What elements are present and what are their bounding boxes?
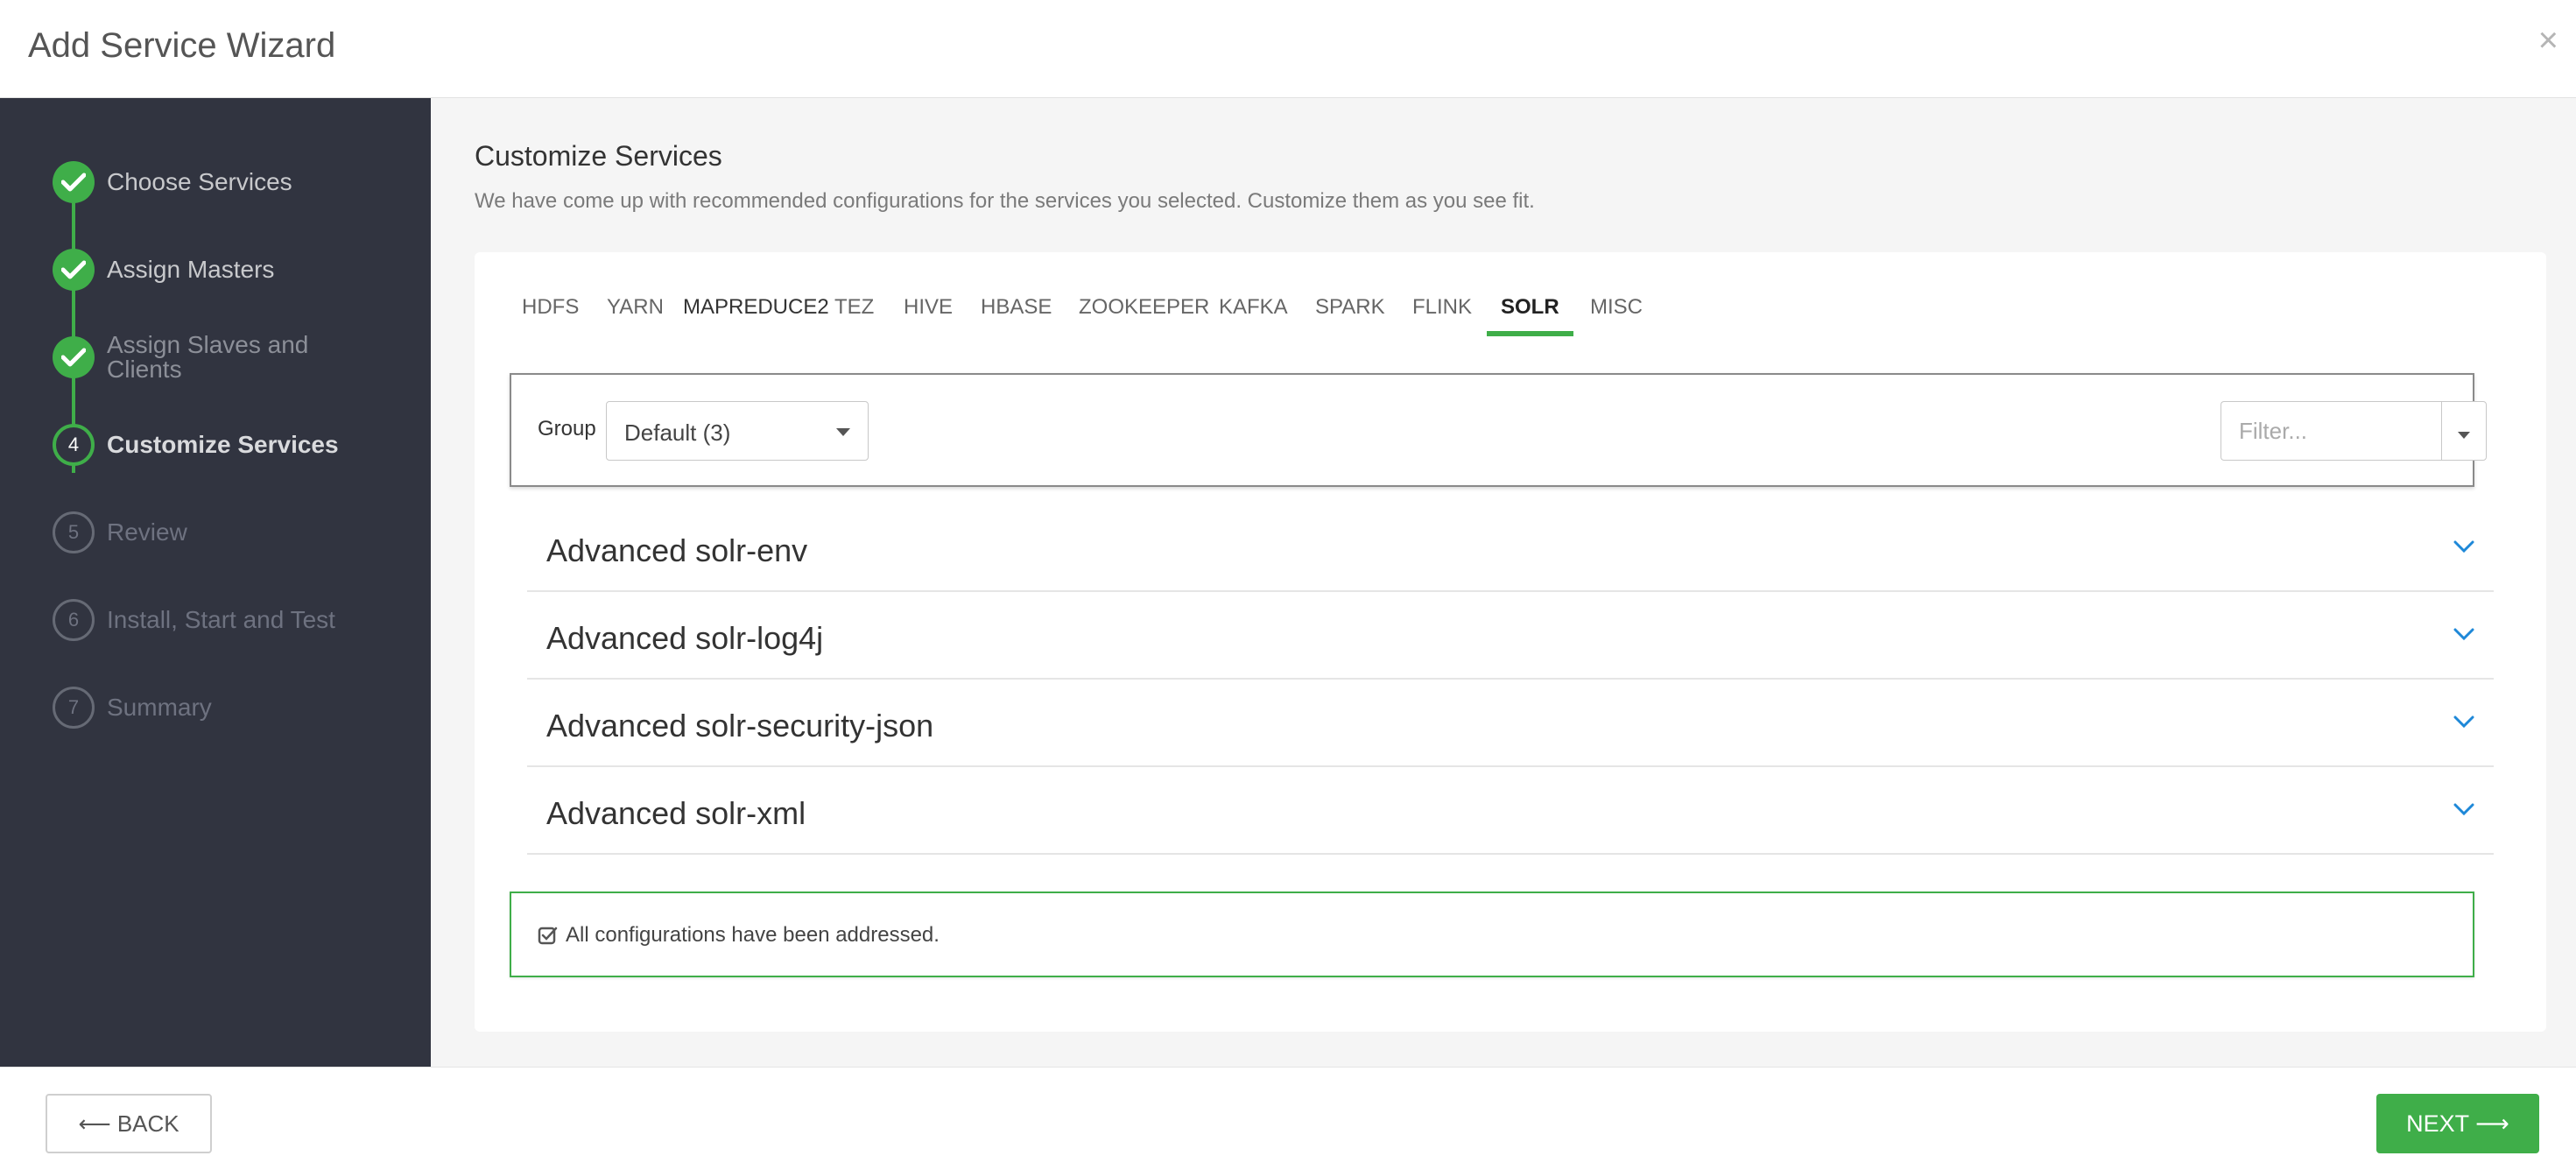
step-number: 6 — [53, 599, 95, 641]
caret-down-icon — [836, 428, 850, 436]
filter-input[interactable] — [2221, 401, 2441, 461]
section-title: Advanced solr-xml — [546, 795, 806, 831]
check-icon — [53, 161, 95, 203]
step-label: Choose Services — [107, 168, 292, 195]
step-review: 5 Review — [53, 511, 420, 553]
step-install-start-test: 6 Install, Start and Test — [53, 599, 420, 641]
modal-header: Add Service Wizard × — [0, 0, 2576, 98]
tab-tez[interactable]: TEZ — [820, 284, 888, 336]
tab-zookeeper[interactable]: ZOOKEEPER — [1065, 284, 1223, 336]
filter-dropdown-button[interactable] — [2441, 401, 2487, 461]
page-title: Customize Services — [475, 140, 722, 172]
section-advanced-solr-log4j[interactable]: Advanced solr-log4j — [527, 592, 2494, 680]
main-content: Customize Services We have come up with … — [431, 98, 2576, 1067]
step-assign-masters[interactable]: Assign Masters — [53, 249, 420, 291]
chevron-down-icon — [2453, 540, 2474, 553]
tab-yarn[interactable]: YARN — [593, 284, 678, 336]
group-label: Group — [538, 417, 596, 441]
back-button[interactable]: ⟵ BACK — [46, 1094, 212, 1153]
section-title: Advanced solr-security-json — [546, 708, 934, 744]
section-advanced-solr-env[interactable]: Advanced solr-env — [527, 504, 2494, 592]
step-label: Customize Services — [107, 431, 339, 458]
section-advanced-solr-security-json[interactable]: Advanced solr-security-json — [527, 680, 2494, 767]
section-advanced-solr-xml[interactable]: Advanced solr-xml — [527, 767, 2494, 855]
tab-hdfs[interactable]: HDFS — [508, 284, 593, 336]
chevron-down-icon — [2453, 715, 2474, 729]
step-number: 7 — [53, 687, 95, 729]
step-assign-slaves-and-clients[interactable]: Assign Slaves and Clients — [53, 333, 420, 382]
tab-hbase[interactable]: HBASE — [967, 284, 1066, 336]
step-label: Review — [107, 518, 187, 546]
checkbox-checked-icon — [538, 927, 558, 945]
step-choose-services[interactable]: Choose Services — [53, 161, 420, 203]
chevron-down-icon — [2453, 628, 2474, 641]
config-panel: HDFS YARN MAPREDUCE2 TEZ HIVE HBASE ZOOK… — [475, 252, 2546, 1032]
alert-message: All configurations have been addressed. — [566, 923, 940, 947]
wizard-steps-sidebar: Choose Services Assign Masters Assign Sl… — [0, 98, 431, 1067]
step-summary: 7 Summary — [53, 687, 420, 729]
tab-spark[interactable]: SPARK — [1301, 284, 1399, 336]
page-subtitle: We have come up with recommended configu… — [475, 189, 1535, 213]
step-label: Summary — [107, 694, 212, 721]
step-customize-services: 4 Customize Services — [53, 424, 420, 466]
step-number: 4 — [53, 424, 95, 466]
group-select-value: Default (3) — [624, 419, 731, 446]
step-label: Assign Slaves and Clients — [107, 331, 309, 383]
section-title: Advanced solr-log4j — [546, 620, 824, 656]
next-button[interactable]: NEXT ⟶ — [2376, 1094, 2539, 1153]
step-label: Install, Start and Test — [107, 606, 335, 633]
check-icon — [53, 336, 95, 378]
step-label: Assign Masters — [107, 256, 275, 283]
step-number: 5 — [53, 511, 95, 553]
close-icon[interactable]: × — [2538, 23, 2558, 58]
tab-mapreduce2[interactable]: MAPREDUCE2 — [669, 284, 843, 336]
success-alert: All configurations have been addressed. — [510, 892, 2474, 977]
tab-misc[interactable]: MISC — [1576, 284, 1657, 336]
section-title: Advanced solr-env — [546, 532, 808, 568]
tab-solr[interactable]: SOLR — [1487, 284, 1573, 336]
chevron-down-icon — [2453, 803, 2474, 816]
tab-hive[interactable]: HIVE — [890, 284, 967, 336]
check-icon — [53, 249, 95, 291]
group-select[interactable]: Default (3) — [606, 401, 869, 461]
tab-kafka[interactable]: KAFKA — [1205, 284, 1302, 336]
tab-flink[interactable]: FLINK — [1398, 284, 1486, 336]
modal-title: Add Service Wizard — [28, 26, 336, 65]
group-filter-bar: Group Default (3) — [510, 373, 2487, 487]
caret-down-icon — [2458, 432, 2470, 439]
modal-footer: ⟵ BACK NEXT ⟶ — [0, 1067, 2576, 1170]
